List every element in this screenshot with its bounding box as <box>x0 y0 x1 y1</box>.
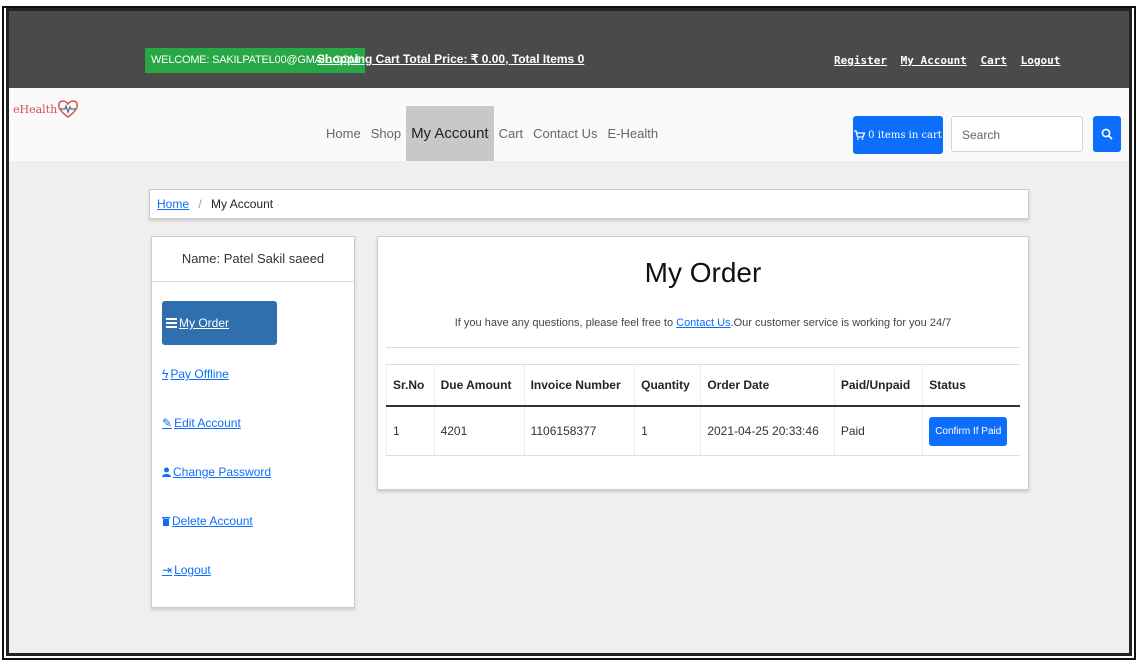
breadcrumb-separator: / <box>198 197 202 211</box>
navbar: eHealth Home Shop My Account Cart Contac… <box>9 88 1129 161</box>
sidebar-item-delete-account[interactable]: Delete Account <box>162 514 253 528</box>
sidebar-item-my-order[interactable]: My Order <box>162 301 277 345</box>
account-name: Name: Patel Sakil saeed <box>152 237 354 282</box>
col-paid-unpaid: Paid/Unpaid <box>833 364 923 407</box>
subtitle-text-2: Our customer service is working for you … <box>733 317 952 329</box>
browser-viewport: WELCOME: SAKILPATEL00@GMAIL.COM Shopping… <box>6 8 1132 656</box>
cell-paid-status: Paid <box>833 406 923 456</box>
register-link[interactable]: Register <box>834 54 887 67</box>
sidebar-item-label: Delete Account <box>172 514 253 528</box>
sidebar-item-label: Change Password <box>173 465 272 479</box>
nav-contact-us[interactable]: Contact Us <box>528 106 602 161</box>
col-sr-no: Sr.No <box>386 364 435 407</box>
cart-icon <box>854 130 866 140</box>
cell-status: Confirm If Paid <box>922 406 1020 456</box>
table-header-row: Sr.No Due Amount Invoice Number Quantity… <box>386 364 1020 407</box>
trash-icon <box>162 517 170 526</box>
cell-order-date: 2021-04-25 20:33:46 <box>700 406 835 456</box>
sidebar-item-change-password[interactable]: Change Password <box>162 465 271 479</box>
top-bar: WELCOME: SAKILPATEL00@GMAIL.COM Shopping… <box>9 11 1129 88</box>
my-account-link[interactable]: My Account <box>901 54 967 67</box>
top-links: Register My Account Cart Logout <box>834 54 1067 67</box>
col-quantity: Quantity <box>634 364 701 407</box>
col-status: Status <box>922 364 1020 407</box>
nav-links: Home Shop My Account Cart Contact Us E-H… <box>321 106 663 161</box>
heart-pulse-icon <box>58 100 79 118</box>
logout-icon: ⇥ <box>162 563 173 577</box>
pencil-icon: ✎ <box>162 416 173 430</box>
nav-cart[interactable]: Cart <box>494 106 529 161</box>
cart-link[interactable]: Cart <box>980 54 1007 67</box>
col-invoice-number: Invoice Number <box>523 364 635 407</box>
sidebar-item-label: Pay Offline <box>170 367 229 381</box>
breadcrumb: Home / My Account <box>149 189 1029 219</box>
order-panel: My Order If you have any questions, plea… <box>377 236 1029 490</box>
sidebar-item-pay-offline[interactable]: ϟ Pay Offline <box>162 367 229 381</box>
table-row: 1 4201 1106158377 1 2021-04-25 20:33:46 … <box>386 406 1020 456</box>
sidebar-item-logout[interactable]: ⇥ Logout <box>162 563 211 577</box>
sidebar-item-label: Edit Account <box>174 416 241 430</box>
user-icon <box>162 467 171 477</box>
confirm-if-paid-button[interactable]: Confirm If Paid <box>929 416 1008 446</box>
cart-total-link[interactable]: Shopping Cart Total Price: ₹ 0.00, Total… <box>317 52 584 66</box>
col-due-amount: Due Amount <box>433 364 525 407</box>
nav-shop[interactable]: Shop <box>366 106 406 161</box>
divider <box>386 347 1020 348</box>
breadcrumb-home[interactable]: Home <box>157 197 189 211</box>
sidebar-item-label: My Order <box>179 316 230 330</box>
col-order-date: Order Date <box>700 364 835 407</box>
nav-home[interactable]: Home <box>321 106 366 161</box>
cart-button[interactable]: 0 items in cart <box>853 116 943 154</box>
order-subtitle: If you have any questions, please feel f… <box>454 317 952 329</box>
bolt-icon: ϟ <box>162 367 169 381</box>
cell-sr-no: 1 <box>386 406 435 456</box>
list-icon <box>166 318 177 328</box>
account-sidebar: Name: Patel Sakil saeed My Order ϟ Pay O… <box>151 236 355 608</box>
cell-invoice-number: 1106158377 <box>523 406 635 456</box>
sidebar-item-edit-account[interactable]: ✎ Edit Account <box>162 416 241 430</box>
subtitle-text: If you have any questions, please feel f… <box>454 317 674 329</box>
breadcrumb-current: My Account <box>211 197 274 211</box>
logo[interactable]: eHealth <box>13 98 79 120</box>
orders-table: Sr.No Due Amount Invoice Number Quantity… <box>386 364 1020 456</box>
cell-due-amount: 4201 <box>433 406 525 456</box>
logout-link[interactable]: Logout <box>1021 54 1061 67</box>
nav-my-account[interactable]: My Account <box>406 106 494 161</box>
sidebar-item-label: Logout <box>174 563 211 577</box>
contact-us-link[interactable]: Contact Us <box>676 317 730 329</box>
cell-quantity: 1 <box>634 406 701 456</box>
logo-text: eHealth <box>13 102 58 116</box>
page-title: My Order <box>644 257 762 288</box>
cart-button-label: 0 items in cart <box>868 129 942 141</box>
search-input[interactable]: Search <box>951 116 1083 152</box>
search-button[interactable] <box>1093 116 1121 152</box>
search-icon <box>1101 128 1113 140</box>
nav-e-health[interactable]: E-Health <box>602 106 663 161</box>
